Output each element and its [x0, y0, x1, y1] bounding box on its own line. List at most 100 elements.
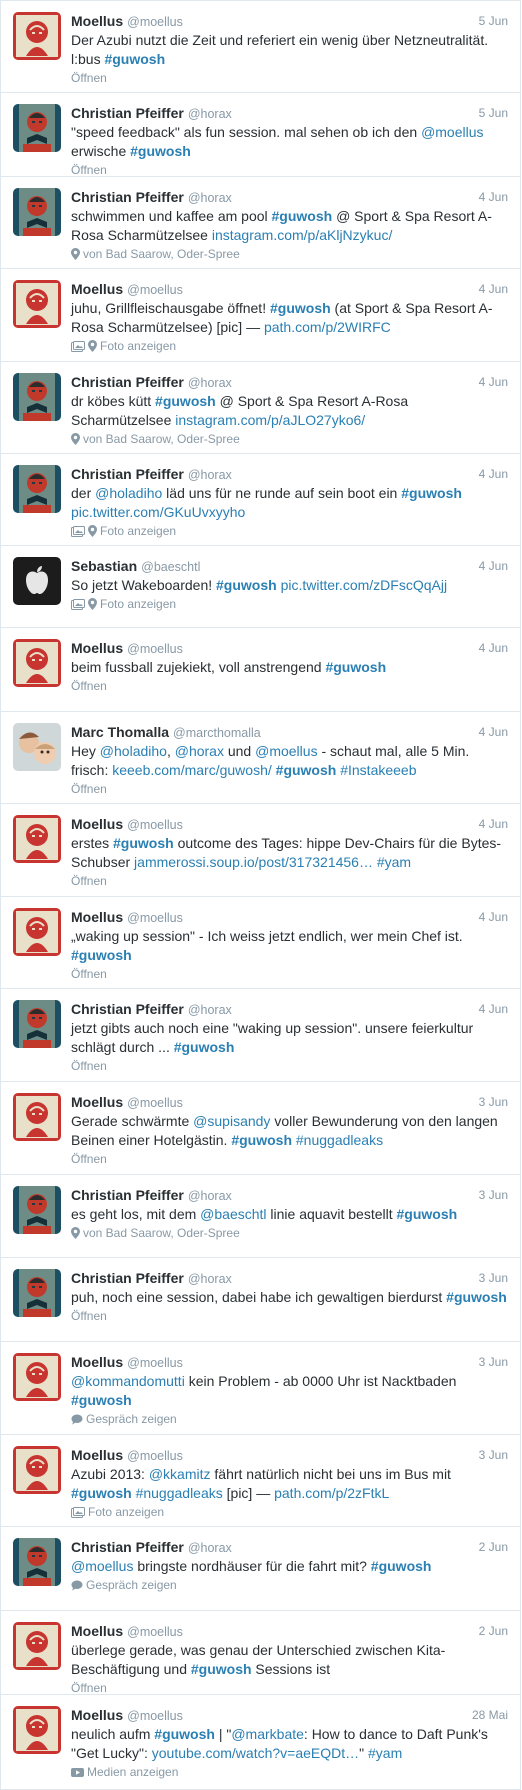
avatar[interactable]	[13, 639, 61, 687]
author-name[interactable]: Moellus	[71, 281, 123, 297]
avatar[interactable]	[13, 557, 61, 605]
tweet-link[interactable]: @kommandomutti	[71, 1373, 185, 1389]
avatar[interactable]	[13, 1353, 61, 1401]
hashtag-link[interactable]: #guwosh	[174, 1039, 235, 1055]
tweet-link[interactable]: pic.twitter.com/GKuUvxyyho	[71, 504, 245, 520]
author-name[interactable]: Christian Pfeiffer	[71, 1270, 184, 1286]
tweet-link[interactable]: #Instakeeeb	[340, 762, 416, 778]
tweet-date[interactable]: 4 Jun	[479, 723, 508, 742]
tweet-expand-action[interactable]: von Bad Saarow, Oder-Spree	[71, 431, 508, 447]
hashtag-link[interactable]: #guwosh	[270, 300, 331, 316]
tweet-expand-action[interactable]: Foto anzeigen	[71, 338, 508, 354]
tweet-expand-action[interactable]: Öffnen	[71, 678, 508, 694]
tweet-link[interactable]: #yam	[377, 854, 411, 870]
expand-label[interactable]: Öffnen	[71, 71, 107, 85]
tweet-item[interactable]: Moellus @moellus 3 Jun @kommandomutti kein …	[0, 1341, 521, 1434]
expand-label[interactable]: Gespräch zeigen	[86, 1578, 177, 1592]
avatar[interactable]	[13, 188, 61, 236]
hashtag-link[interactable]: #guwosh	[276, 762, 337, 778]
tweet-date[interactable]: 4 Jun	[479, 465, 508, 484]
author-name[interactable]: Christian Pfeiffer	[71, 1001, 184, 1017]
avatar[interactable]	[13, 1269, 61, 1317]
avatar[interactable]	[13, 1186, 61, 1234]
author-handle[interactable]: @moellus	[127, 1625, 183, 1639]
tweet-expand-action[interactable]: Öffnen	[71, 781, 508, 797]
author-name[interactable]: Christian Pfeiffer	[71, 374, 184, 390]
expand-label[interactable]: von Bad Saarow, Oder-Spree	[83, 247, 240, 261]
avatar[interactable]	[13, 1000, 61, 1048]
author-handle[interactable]: @moellus	[127, 283, 183, 297]
author-name[interactable]: Moellus	[71, 1094, 123, 1110]
tweet-link[interactable]: @markbate	[231, 1726, 304, 1742]
tweet-link[interactable]: path.com/p/2WIRFC	[264, 319, 391, 335]
author-name[interactable]: Moellus	[71, 1447, 123, 1463]
tweet-item[interactable]: Christian Pfeiffer @horax 5 Jun "speed feed…	[0, 92, 521, 177]
hashtag-link[interactable]: #guwosh	[154, 1726, 215, 1742]
hashtag-link[interactable]: #guwosh	[191, 1661, 252, 1677]
tweet-link[interactable]: @baeschtl	[200, 1206, 266, 1222]
tweet-expand-action[interactable]: Gespräch zeigen	[71, 1577, 508, 1593]
expand-label[interactable]: Foto anzeigen	[100, 339, 176, 353]
tweet-link[interactable]: @supisandy	[193, 1113, 270, 1129]
author-handle[interactable]: @horax	[188, 1541, 232, 1555]
tweet-item[interactable]: Moellus @moellus 4 Jun „waking up session" …	[0, 896, 521, 988]
tweet-link[interactable]: keeeb.com/marc/guwosh/	[112, 762, 272, 778]
hashtag-link[interactable]: #guwosh	[216, 577, 277, 593]
hashtag-link[interactable]: #guwosh	[371, 1558, 432, 1574]
tweet-expand-action[interactable]: Foto anzeigen	[71, 1504, 508, 1520]
avatar[interactable]	[13, 908, 61, 956]
expand-label[interactable]: Gespräch zeigen	[86, 1412, 177, 1426]
author-handle[interactable]: @moellus	[127, 818, 183, 832]
avatar[interactable]	[13, 465, 61, 513]
tweet-link[interactable]: @moellus	[255, 743, 317, 759]
expand-label[interactable]: Öffnen	[71, 782, 107, 796]
tweet-expand-action[interactable]: von Bad Saarow, Oder-Spree	[71, 1225, 508, 1241]
author-name[interactable]: Moellus	[71, 1707, 123, 1723]
tweet-date[interactable]: 4 Jun	[479, 188, 508, 207]
hashtag-link[interactable]: #guwosh	[130, 143, 191, 159]
avatar[interactable]	[13, 12, 61, 60]
author-handle[interactable]: @marcthomalla	[173, 726, 261, 740]
tweet-item[interactable]: Christian Pfeiffer @horax 4 Jun jetzt gibts…	[0, 988, 521, 1081]
tweet-link[interactable]: @horax	[175, 743, 224, 759]
avatar[interactable]	[13, 373, 61, 421]
hashtag-link[interactable]: #guwosh	[71, 1392, 132, 1408]
expand-label[interactable]: Öffnen	[71, 967, 107, 981]
tweet-link[interactable]: jammerossi.soup.io/post/317321456…	[134, 854, 373, 870]
expand-label[interactable]: Öffnen	[71, 1681, 107, 1695]
tweet-link[interactable]: @moellus	[421, 124, 483, 140]
tweet-expand-action[interactable]: Öffnen	[71, 1058, 508, 1074]
expand-label[interactable]: Öffnen	[71, 163, 107, 177]
expand-label[interactable]: Öffnen	[71, 1059, 107, 1073]
hashtag-link[interactable]: #guwosh	[71, 947, 132, 963]
tweet-item[interactable]: Marc Thomalla @marcthomalla 4 Jun Hey @hola…	[0, 711, 521, 803]
author-name[interactable]: Christian Pfeiffer	[71, 466, 184, 482]
tweet-expand-action[interactable]: Öffnen	[71, 873, 508, 889]
author-handle[interactable]: @moellus	[127, 1709, 183, 1723]
author-name[interactable]: Christian Pfeiffer	[71, 1187, 184, 1203]
avatar[interactable]	[13, 104, 61, 152]
tweet-date[interactable]: 4 Jun	[479, 1000, 508, 1019]
expand-label[interactable]: Öffnen	[71, 1309, 107, 1323]
tweet-expand-action[interactable]: von Bad Saarow, Oder-Spree	[71, 246, 508, 262]
tweet-date[interactable]: 4 Jun	[479, 280, 508, 299]
author-handle[interactable]: @horax	[188, 107, 232, 121]
author-handle[interactable]: @baeschtl	[141, 560, 200, 574]
tweet-date[interactable]: 2 Jun	[479, 1538, 508, 1557]
tweet-link[interactable]: @holadiho	[100, 743, 167, 759]
author-handle[interactable]: @moellus	[127, 1449, 183, 1463]
author-name[interactable]: Moellus	[71, 13, 123, 29]
tweet-date[interactable]: 4 Jun	[479, 557, 508, 576]
hashtag-link[interactable]: #guwosh	[325, 659, 386, 675]
tweet-link[interactable]: instagram.com/p/aJLO27yko6/	[175, 412, 365, 428]
author-handle[interactable]: @horax	[188, 468, 232, 482]
hashtag-link[interactable]: #guwosh	[155, 393, 216, 409]
tweet-item[interactable]: Christian Pfeiffer @horax 4 Jun schwimmen u…	[0, 176, 521, 268]
author-handle[interactable]: @moellus	[127, 1356, 183, 1370]
tweet-date[interactable]: 4 Jun	[479, 639, 508, 658]
avatar[interactable]	[13, 1538, 61, 1586]
hashtag-link[interactable]: #guwosh	[104, 51, 165, 67]
tweet-link[interactable]: #nuggadleaks	[296, 1132, 383, 1148]
avatar[interactable]	[13, 1706, 61, 1754]
expand-label[interactable]: von Bad Saarow, Oder-Spree	[83, 1226, 240, 1240]
